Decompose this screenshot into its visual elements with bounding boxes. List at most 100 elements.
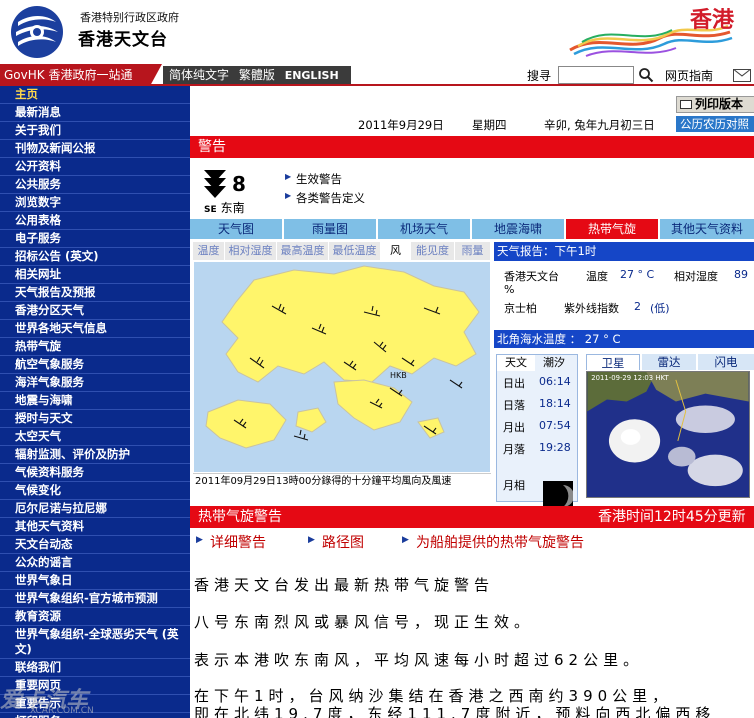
track-map-link[interactable]: 路径图 (308, 532, 364, 552)
satellite-image[interactable]: 2011-09-29 12:03 HKT (586, 371, 750, 498)
tab-earthquake-tsunami[interactable]: 地震海啸 (472, 219, 566, 239)
sidebar-item[interactable]: 其他天气资料 (0, 518, 190, 536)
satellite-timestamp: 2011-09-29 12:03 HKT (591, 374, 669, 382)
tab-radar[interactable]: 雷达 (642, 354, 696, 370)
sidebar-item[interactable]: 浏览数字 (0, 194, 190, 212)
sidebar-item[interactable]: 地震与海啸 (0, 392, 190, 410)
subtab-rainfall[interactable]: 雨量 (455, 242, 490, 260)
sidebar-item[interactable]: 关于我们 (0, 122, 190, 140)
org-subtitle: 香港特别行政区政府 (80, 11, 179, 24)
sidebar-item[interactable]: 世界气象组织-全球恶劣天气 (英文) (0, 626, 190, 659)
astronomy-panel: 天文 潮汐 日出 06:14 日落 18:14 月出 07:54 月落 19:28 月相 (496, 354, 578, 511)
imagery-tabs: 卫星 雷达 闪电 (586, 354, 754, 370)
sidebar-item[interactable]: 公众的谣言 (0, 554, 190, 572)
subtab-humidity[interactable]: 相对湿度 (225, 242, 277, 260)
tab-satellite[interactable]: 卫星 (586, 354, 640, 370)
lang-english-link[interactable]: ENGLISH (285, 69, 339, 82)
humidity-value: 89 (734, 268, 748, 281)
sunset-row: 日落 18:14 (503, 397, 571, 412)
subtab-wind[interactable]: 风 (381, 242, 411, 260)
ship-warning-link[interactable]: 为船舶提供的热带气旋警告 (402, 532, 584, 552)
weather-report-body: 香港天文台 温度 27 ° C 相对湿度 89 % 京士柏 紫外线指数 2 (低… (494, 262, 754, 326)
uv-level: (低) (650, 302, 670, 315)
wind-map-caption: 2011年09月29日13時00分錄得的十分鐘平均風向及風速 (193, 473, 491, 489)
current-date: 2011年9月29日 (358, 118, 444, 132)
sidebar-item[interactable]: 太空天气 (0, 428, 190, 446)
sidebar-item[interactable]: 联络我们 (0, 659, 190, 677)
temperature-label: 温度 (586, 270, 608, 283)
sidebar-item[interactable]: 辐射监测、评价及防护 (0, 446, 190, 464)
tab-airport-weather[interactable]: 机场天气 (378, 219, 472, 239)
sidebar-item[interactable]: 教育资源 (0, 608, 190, 626)
cyclone-paragraph-3: 表示本港吹东南风，平均风速每小时超过62公里。 (194, 651, 644, 669)
map-subtabs: 温度 相对湿度 最高温度 最低温度 风 能见度 雨量 (193, 242, 490, 260)
sidebar-item[interactable]: 气候变化 (0, 482, 190, 500)
sidebar-item[interactable]: 电子服务 (0, 230, 190, 248)
search-input[interactable] (558, 66, 634, 84)
lang-traditional-link[interactable]: 繁體版 (239, 68, 275, 82)
humidity-label: 相对湿度 (674, 270, 718, 283)
astronomy-tabs: 天文 潮汐 (497, 355, 577, 371)
tab-lightning[interactable]: 闪电 (698, 354, 754, 370)
tab-other-weather-info[interactable]: 其他天气资料 (660, 219, 754, 239)
wind-map[interactable]: HKB (194, 262, 490, 472)
sidebar-item[interactable]: 天气报告及预报 (0, 284, 190, 302)
govhk-link[interactable]: GovHK 香港政府一站通 (0, 64, 150, 86)
signal-direction: SE 东南 (204, 199, 245, 216)
sidebar-item[interactable]: 公用表格 (0, 212, 190, 230)
sidebar-item[interactable]: 招标公告 (英文) (0, 248, 190, 266)
sidebar-item[interactable]: 海洋气象服务 (0, 374, 190, 392)
moonset-row: 月落 19:28 (503, 441, 571, 456)
cyclone-paragraph-5: 即在北纬19.7度，东经111.7度附近，预料向西北偏西移 (194, 705, 716, 718)
observatory-logo-icon[interactable] (8, 4, 66, 60)
site-header: 香港特别行政区政府 香港天文台 香港 (0, 0, 754, 64)
sidebar-item[interactable]: 公开资料 (0, 158, 190, 176)
signal-direction-code: SE (204, 205, 217, 215)
sidebar-item[interactable]: 厄尔尼诺与拉尼娜 (0, 500, 190, 518)
tab-tropical-cyclone[interactable]: 热带气旋 (566, 219, 660, 239)
signal-number: 8 (232, 172, 246, 196)
weekday: 星期四 (472, 118, 507, 132)
govhk-tab-edge (150, 64, 162, 86)
active-warnings-link[interactable]: 生效警告 (285, 171, 342, 187)
sidebar-item[interactable]: 世界气象日 (0, 572, 190, 590)
print-version-button[interactable]: 列印版本 (676, 96, 754, 113)
sidebar-item[interactable]: 刊物及新闻公报 (0, 140, 190, 158)
subtab-min-temp[interactable]: 最低温度 (329, 242, 381, 260)
sidebar-item[interactable]: 航空气象服务 (0, 356, 190, 374)
tab-tide[interactable]: 潮汐 (535, 355, 573, 371)
sidebar-item[interactable]: 相关网址 (0, 266, 190, 284)
weather-report-header: 天气报告：下午1时 (494, 242, 754, 261)
search-icon[interactable] (638, 67, 654, 83)
detailed-warning-link[interactable]: 详细警告 (196, 532, 266, 552)
subtab-max-temp[interactable]: 最高温度 (277, 242, 329, 260)
sitemap-link[interactable]: 网页指南 (665, 67, 713, 84)
cyclone-warning-title: 热带气旋警告 (198, 509, 282, 525)
sidebar-item[interactable]: 世界各地天气信息 (0, 320, 190, 338)
subtab-temperature[interactable]: 温度 (193, 242, 225, 260)
sidebar-item[interactable]: 气候资料服务 (0, 464, 190, 482)
tab-rainfall[interactable]: 雨量图 (284, 219, 378, 239)
tab-astronomy[interactable]: 天文 (497, 355, 535, 371)
sidebar-item[interactable]: 公共服务 (0, 176, 190, 194)
main-content: 列印版本 公历农历对照 2011年9月29日 星期四 辛卯, 兔年九月初三日 警… (190, 86, 754, 718)
sidebar-item[interactable]: 主页 (0, 86, 190, 104)
uv-value: 2 (634, 300, 641, 313)
weather-tabs: 天气图 雨量图 机场天气 地震海啸 热带气旋 其他天气资料 (190, 219, 754, 239)
sea-temperature-header: 北角海水温度 ： 27 ° C (494, 330, 754, 348)
lang-simplified-text-link[interactable]: 简体纯文字 (169, 68, 229, 82)
sidebar-item[interactable]: 香港分区天气 (0, 302, 190, 320)
sidebar-item[interactable]: 天文台动态 (0, 536, 190, 554)
calendar-conversion-link[interactable]: 公历农历对照 (676, 116, 754, 132)
sidebar-item[interactable]: 热带气旋 (0, 338, 190, 356)
tab-weather-chart[interactable]: 天气图 (190, 219, 284, 239)
subtab-visibility[interactable]: 能见度 (411, 242, 455, 260)
sidebar-item[interactable]: 授时与天文 (0, 410, 190, 428)
sidebar-item[interactable]: 世界气象组织-官方城市预测 (0, 590, 190, 608)
warning-definitions-link[interactable]: 各类警告定义 (285, 190, 365, 206)
cyclone-paragraph-1: 香港天文台发出最新热带气旋警告 (194, 576, 495, 594)
sidebar-item[interactable]: 最新消息 (0, 104, 190, 122)
org-title[interactable]: 香港天文台 (78, 25, 168, 50)
mail-icon[interactable] (733, 69, 751, 82)
watermark-url: XCAR.COM.CN (30, 706, 94, 716)
